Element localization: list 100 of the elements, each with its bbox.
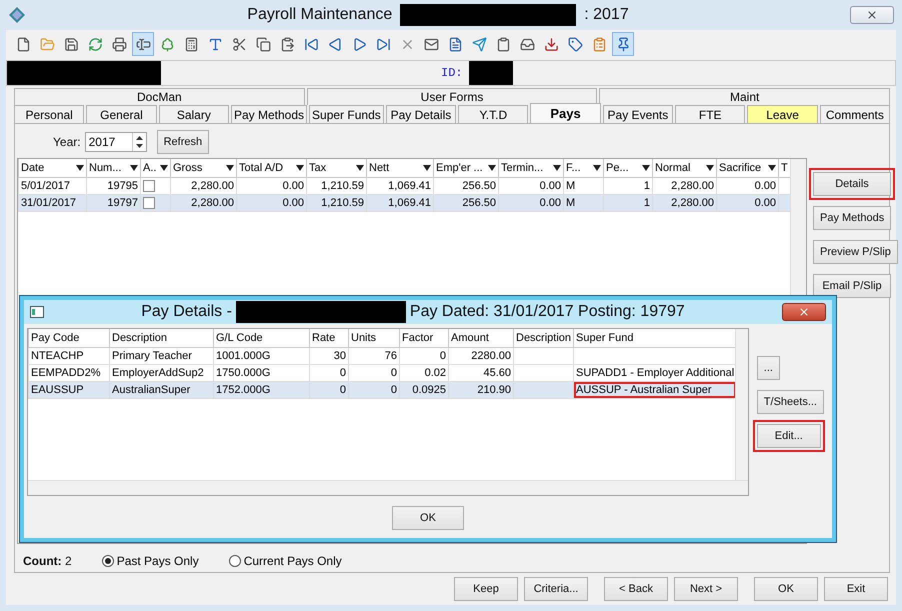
footer-button[interactable]: Next >	[674, 577, 738, 601]
footer-button[interactable]: Keep	[454, 577, 518, 601]
scrollbar[interactable]	[734, 329, 748, 481]
tab-group[interactable]: DocMan	[14, 88, 305, 105]
dropdown-caret-icon[interactable]	[130, 164, 138, 171]
tab[interactable]: Pay Events	[602, 105, 674, 123]
action-button[interactable]: ...	[756, 356, 780, 380]
column-header[interactable]: Pay Code	[28, 329, 110, 347]
table-cell: M	[564, 194, 604, 211]
table-cell: NTEACHP	[28, 347, 110, 364]
dropdown-caret-icon[interactable]	[226, 164, 234, 171]
tab-group[interactable]: Maint	[599, 88, 890, 105]
dropdown-caret-icon[interactable]	[706, 164, 714, 171]
table-cell: 0	[400, 347, 448, 364]
table-cell: 2,280.00	[170, 177, 236, 194]
radio-option[interactable]: Past Pays Only	[102, 554, 199, 568]
dropdown-caret-icon[interactable]	[768, 164, 776, 171]
tab[interactable]: Pay Details	[386, 105, 456, 123]
table-cell: 1,069.41	[366, 177, 434, 194]
table-cell: 0	[310, 364, 348, 381]
column-header[interactable]: Units	[348, 329, 400, 347]
window-title: Payroll Maintenance	[247, 6, 392, 24]
dropdown-caret-icon[interactable]	[488, 164, 496, 171]
dropdown-caret-icon[interactable]	[296, 164, 304, 171]
column-header[interactable]: Rate	[310, 329, 348, 347]
tab[interactable]: Pays	[530, 103, 601, 123]
pin-icon[interactable]	[612, 32, 634, 56]
column-header[interactable]: Amount	[448, 329, 514, 347]
radio-option[interactable]: Current Pays Only	[228, 554, 342, 568]
window-icon	[30, 306, 44, 318]
tab[interactable]: Salary	[158, 105, 229, 123]
tab[interactable]: Personal	[14, 105, 84, 123]
table-cell: AustralianSuper	[110, 381, 214, 398]
footer-button[interactable]: Criteria...	[524, 577, 588, 601]
dropdown-caret-icon[interactable]	[553, 164, 561, 171]
tab[interactable]: General	[86, 105, 157, 123]
dropdown-caret-icon[interactable]	[593, 164, 601, 171]
dropdown-caret-icon[interactable]	[423, 164, 431, 171]
table-cell: 0.00	[498, 177, 564, 194]
footer-button[interactable]: < Back	[604, 577, 668, 601]
dropdown-caret-icon[interactable]	[76, 164, 84, 171]
tab[interactable]: Super Funds	[309, 105, 384, 123]
table-cell: 2,280.00	[652, 194, 716, 211]
table-cell	[514, 381, 574, 398]
tab-group[interactable]: User Forms	[306, 88, 598, 105]
tab[interactable]: FTE	[675, 105, 746, 123]
table-cell: 256.50	[434, 177, 498, 194]
table-cell: 30	[310, 347, 348, 364]
table-cell: 5/01/2017	[18, 177, 86, 194]
action-button[interactable]: Pay Methods	[813, 206, 892, 230]
action-button[interactable]: Details	[813, 172, 891, 196]
tab[interactable]: Leave	[747, 105, 818, 123]
table-cell: 1752.000G	[214, 381, 310, 398]
table-cell: 0	[348, 381, 400, 398]
dropdown-caret-icon[interactable]	[356, 164, 364, 171]
table-cell: 0.00	[236, 177, 306, 194]
column-header[interactable]: Super Fund	[574, 329, 736, 347]
tab[interactable]: Comments	[820, 105, 890, 123]
dialog-title-posting: Pay Dated: 31/01/2017 Posting: 19797	[410, 303, 685, 321]
scrollbar[interactable]	[28, 480, 748, 495]
tab[interactable]: Y.T.D	[458, 105, 528, 123]
ok-button[interactable]: OK	[392, 506, 464, 530]
table-cell: 0	[310, 381, 348, 398]
table-cell: 2280.00	[448, 347, 514, 364]
table-cell	[514, 347, 574, 364]
table-cell: 45.60	[448, 364, 514, 381]
refresh-button[interactable]: Refresh	[156, 130, 210, 154]
year-spinner[interactable]: 2017	[84, 132, 147, 152]
footer-button[interactable]: OK	[754, 577, 818, 601]
column-header[interactable]: G/L Code	[214, 329, 310, 347]
table-cell: 210.90	[448, 381, 514, 398]
table-cell: 19795	[86, 177, 140, 194]
table-cell: 256.50	[434, 194, 498, 211]
table-cell: 1	[604, 194, 652, 211]
footer-button[interactable]: Exit	[824, 577, 888, 601]
column-header[interactable]: Description	[110, 329, 214, 347]
table-cell: EEMPADD2%	[28, 364, 110, 381]
action-button[interactable]: Edit...	[756, 424, 821, 448]
table-cell: 0.00	[498, 194, 564, 211]
checkbox[interactable]	[143, 196, 155, 209]
close-button[interactable]	[850, 6, 894, 24]
action-button[interactable]: T/Sheets...	[756, 390, 824, 414]
table-cell: 31/01/2017	[18, 194, 86, 211]
column-header[interactable]: Description	[514, 329, 574, 347]
checkbox[interactable]	[143, 180, 155, 192]
tab[interactable]: Pay Methods	[230, 105, 308, 123]
column-header[interactable]: Factor	[400, 329, 448, 347]
table-cell: 1,069.41	[366, 194, 434, 211]
table-cell: 1,210.59	[306, 177, 366, 194]
close-button[interactable]	[782, 303, 826, 321]
text-field-icon[interactable]	[132, 32, 154, 56]
dropdown-caret-icon[interactable]	[160, 164, 168, 171]
table-cell: EmployerAddSup2	[110, 364, 214, 381]
table-cell: 0.00	[716, 177, 778, 194]
action-button[interactable]: Preview P/Slip	[813, 240, 898, 264]
action-button[interactable]: Email P/Slip	[813, 274, 891, 298]
scrollbar[interactable]	[790, 159, 806, 295]
year-label: Year:	[53, 135, 81, 149]
table-cell: 0.00	[236, 194, 306, 211]
dropdown-caret-icon[interactable]	[642, 164, 650, 171]
